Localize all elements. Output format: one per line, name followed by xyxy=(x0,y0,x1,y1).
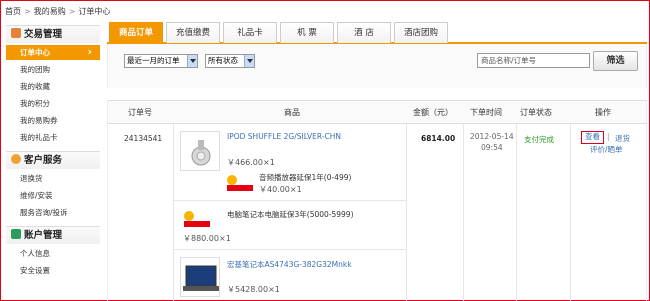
tab-hotels[interactable]: 酒 店 xyxy=(337,22,391,43)
sidebar: 交易管理 订单中心 我的团购 我的收藏 我的积分 我的易购券 我的礼品卡 客户服… xyxy=(6,25,100,301)
product-thumbnail[interactable] xyxy=(180,131,220,171)
breadcrumb-current: 订单中心 xyxy=(78,7,111,16)
filter-button[interactable]: 筛选 xyxy=(593,51,638,71)
order-time: 09:54 xyxy=(481,143,503,152)
order-amount: 6814.00 xyxy=(421,134,456,143)
table-header: 订单号 商品 金额（元） 下单时间 订单状态 操作 xyxy=(107,100,647,124)
account-icon xyxy=(11,229,21,239)
column-divider xyxy=(570,124,571,301)
breadcrumb-home[interactable]: 首页 xyxy=(5,7,21,16)
sidebar-item-returns[interactable]: 退换货 xyxy=(6,171,100,186)
column-divider xyxy=(463,124,464,301)
sidebar-section-title: 客户服务 xyxy=(6,151,100,169)
column-header: 订单状态 xyxy=(520,108,552,117)
column-header: 商品 xyxy=(284,108,300,117)
status-select[interactable]: 所有状态 xyxy=(205,54,255,68)
tab-recharge[interactable]: 充值缴费 xyxy=(166,22,220,43)
column-header: 操作 xyxy=(595,108,611,117)
sidebar-section-account: 账户管理 个人信息 安全设置 xyxy=(6,226,100,278)
time-range-select[interactable]: 最近一月的订单 xyxy=(124,54,198,68)
sidebar-section-service: 客户服务 退换货 维修/安装 服务咨询/投诉 xyxy=(6,151,100,220)
ipod-shuffle-image xyxy=(191,140,211,166)
sidebar-item-group-buy[interactable]: 我的团购 xyxy=(6,62,100,77)
breadcrumb-separator: > xyxy=(24,7,31,16)
order-date: 2012-05-14 xyxy=(470,132,514,141)
column-divider xyxy=(406,124,407,301)
sidebar-item-complaints[interactable]: 服务咨询/投诉 xyxy=(6,205,100,220)
sidebar-item-profile[interactable]: 个人信息 xyxy=(6,246,100,261)
order-number[interactable]: 24134541 xyxy=(124,134,162,143)
sidebar-item-security[interactable]: 安全设置 xyxy=(6,263,100,278)
product-name-link[interactable]: IPOD SHUFFLE 2G/SILVER-CHN xyxy=(227,132,341,141)
warranty-name: 电脑笔记本电脑延保3年(5000-5999) xyxy=(227,210,354,219)
return-link[interactable]: 退货 xyxy=(615,133,630,144)
sunshine-package-logo xyxy=(180,207,214,229)
chevron-down-icon xyxy=(244,55,254,67)
chevron-down-icon xyxy=(187,55,197,67)
column-header: 下单时间 xyxy=(470,108,502,117)
product-thumbnail[interactable] xyxy=(180,257,220,297)
breadcrumb-my-yigou[interactable]: 我的易购 xyxy=(34,7,66,16)
breadcrumb: 首页 > 我的易购 > 订单中心 xyxy=(5,6,110,17)
sidebar-item-orders[interactable]: 订单中心 xyxy=(6,44,100,60)
service-icon xyxy=(11,154,21,164)
column-divider xyxy=(173,124,174,301)
laptop-image xyxy=(183,265,219,291)
status-badge: 支付完成 xyxy=(524,135,554,144)
sidebar-item-points[interactable]: 我的积分 xyxy=(6,96,100,111)
sidebar-item-repair[interactable]: 维修/安装 xyxy=(6,188,100,203)
search-input[interactable]: 商品名称/订单号 xyxy=(477,53,590,68)
column-divider xyxy=(516,124,517,301)
sidebar-section-title: 交易管理 xyxy=(6,25,100,43)
action-separator: | xyxy=(607,132,610,141)
sidebar-item-favorites[interactable]: 我的收藏 xyxy=(6,79,100,94)
product-price: ￥5428.00×1 xyxy=(227,285,280,294)
tab-goods-orders[interactable]: 商品订单 xyxy=(109,22,163,44)
product-name-link[interactable]: 宏基笔记本AS4743G-382G32Mnkk xyxy=(227,259,352,270)
item-divider xyxy=(173,200,406,201)
clipboard-icon xyxy=(11,28,21,38)
tab-gift-card[interactable]: 礼品卡 xyxy=(223,22,277,43)
sidebar-section-trade: 交易管理 订单中心 我的团购 我的收藏 我的积分 我的易购券 我的礼品卡 xyxy=(6,25,100,145)
tab-hotel-group-buy[interactable]: 酒店团购 xyxy=(394,22,448,43)
breadcrumb-separator: > xyxy=(68,7,76,16)
order-type-tabs: 商品订单 充值缴费 礼品卡 机 票 酒 店 酒店团购 xyxy=(107,22,647,44)
sidebar-item-coupons[interactable]: 我的易购券 xyxy=(6,113,100,128)
product-price: ￥466.00×1 xyxy=(227,158,275,167)
review-link[interactable]: 评价/晒单 xyxy=(590,144,623,155)
item-divider xyxy=(173,249,406,250)
sidebar-item-gift-cards[interactable]: 我的礼品卡 xyxy=(6,130,100,145)
column-header: 金额（元） xyxy=(413,108,453,117)
filter-bar: 最近一月的订单 所有状态 商品名称/订单号 筛选 xyxy=(107,44,647,88)
sunshine-package-logo xyxy=(223,171,257,193)
warranty-price: ￥880.00×1 xyxy=(183,234,231,243)
table-row: 24134541 IPOD SHUFFLE 2G/SILVER-CHN ￥466… xyxy=(107,124,647,301)
view-order-button[interactable]: 查看 xyxy=(581,131,604,144)
warranty-name: 音频播放器延保1年(0-499) xyxy=(259,173,352,182)
warranty-price: ￥40.00×1 xyxy=(259,185,302,194)
column-header: 订单号 xyxy=(128,108,152,117)
tab-flights[interactable]: 机 票 xyxy=(280,22,334,43)
sidebar-section-title: 账户管理 xyxy=(6,226,100,244)
